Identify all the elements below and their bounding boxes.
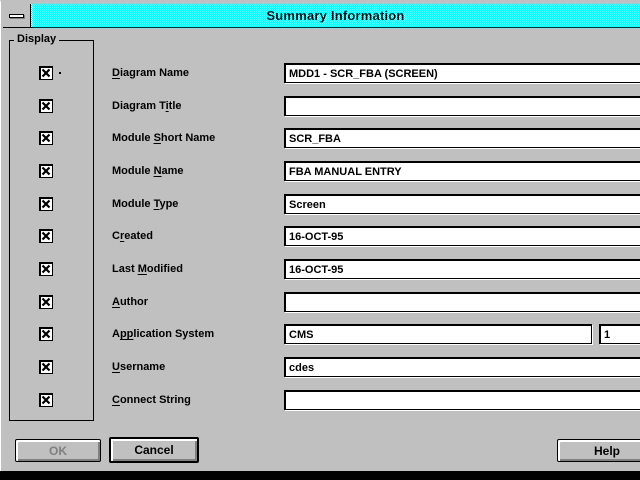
check-x-icon — [41, 133, 51, 143]
display-checkbox[interactable] — [39, 99, 53, 113]
field-input[interactable] — [284, 63, 640, 83]
form-row: Diagram Name — [1, 63, 640, 83]
help-button[interactable]: Help — [557, 439, 640, 462]
display-checkbox[interactable] — [39, 327, 53, 341]
form-row: Created — [1, 226, 640, 246]
field-input[interactable] — [284, 259, 640, 279]
desktop-background — [0, 471, 640, 480]
display-checkbox[interactable] — [39, 164, 53, 178]
field-label: Last Modified — [112, 259, 183, 279]
form-row: Username — [1, 357, 640, 377]
check-x-icon — [41, 264, 51, 274]
check-x-icon — [41, 395, 51, 405]
ok-button[interactable]: OK — [15, 439, 101, 462]
cancel-button[interactable]: Cancel — [109, 437, 199, 463]
form-row: Last Modified — [1, 259, 640, 279]
field-label: Diagram Name — [112, 63, 189, 83]
field-label: Diagram Title — [112, 96, 182, 116]
form-row: Module Type — [1, 194, 640, 214]
form-row: Module Name — [1, 161, 640, 181]
field-input[interactable] — [284, 194, 640, 214]
check-x-icon — [41, 166, 51, 176]
field-input[interactable] — [284, 226, 640, 246]
field-input[interactable] — [284, 324, 592, 344]
display-checkbox[interactable] — [39, 66, 53, 80]
field-input[interactable] — [284, 357, 640, 377]
form-row: Diagram Title — [1, 96, 640, 116]
stray-dot — [59, 72, 61, 74]
field-input[interactable] — [284, 390, 640, 410]
display-checkbox[interactable] — [39, 197, 53, 211]
display-checkbox[interactable] — [39, 262, 53, 276]
form-row: Module Short Name — [1, 128, 640, 148]
check-x-icon — [41, 231, 51, 241]
field-input[interactable] — [284, 96, 640, 116]
field-input[interactable] — [284, 292, 640, 312]
display-group-label: Display — [14, 33, 59, 45]
check-x-icon — [41, 329, 51, 339]
window-title: Summary Information — [266, 8, 404, 23]
title-bar-background: Summary Information — [31, 4, 640, 27]
field-label: Username — [112, 357, 165, 377]
summary-information-dialog: Summary Information Display Diagram Name… — [0, 0, 640, 471]
field-label: Created — [112, 226, 153, 246]
system-menu-dash-icon — [9, 14, 24, 18]
field-input[interactable] — [284, 128, 640, 148]
field-label: Author — [112, 292, 148, 312]
check-x-icon — [41, 297, 51, 307]
field-input[interactable] — [284, 161, 640, 181]
form-row: Connect String — [1, 390, 640, 410]
field-label: Module Type — [112, 194, 178, 214]
check-x-icon — [41, 101, 51, 111]
display-checkbox[interactable] — [39, 360, 53, 374]
form-row: Application System — [1, 324, 640, 344]
system-menu-button[interactable] — [3, 4, 31, 27]
version-field-input[interactable] — [599, 324, 640, 344]
form-row: Author — [1, 292, 640, 312]
title-bar: Summary Information — [3, 4, 640, 28]
field-label: Module Name — [112, 161, 184, 181]
field-label: Application System — [112, 324, 214, 344]
check-x-icon — [41, 199, 51, 209]
display-checkbox[interactable] — [39, 393, 53, 407]
display-checkbox[interactable] — [39, 229, 53, 243]
display-checkbox[interactable] — [39, 131, 53, 145]
display-checkbox[interactable] — [39, 295, 53, 309]
check-x-icon — [41, 68, 51, 78]
field-label: Module Short Name — [112, 128, 215, 148]
check-x-icon — [41, 362, 51, 372]
field-label: Connect String — [112, 390, 191, 410]
